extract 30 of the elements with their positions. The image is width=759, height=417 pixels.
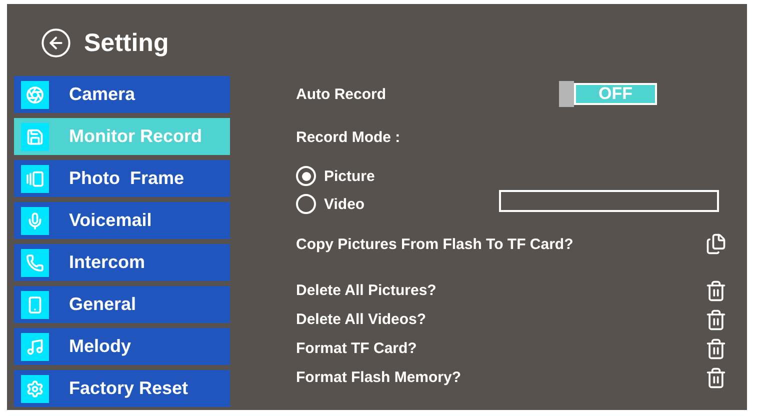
microphone-icon	[21, 206, 49, 234]
menu-item[interactable]: Factory Reset	[14, 370, 230, 407]
trash-icon[interactable]	[705, 338, 727, 360]
setting-label: Record Mode :	[296, 128, 400, 146]
phone-icon	[21, 248, 49, 276]
action-label: Format Flash Memory?	[296, 369, 462, 386]
menu-item[interactable]: Melody	[14, 328, 230, 365]
trash-icon[interactable]	[705, 366, 727, 388]
device-icon	[21, 290, 49, 318]
menu-item[interactable]: Photo Frame	[14, 160, 230, 197]
menu-item[interactable]: General	[14, 286, 230, 323]
action-label: Delete All Pictures?	[296, 282, 436, 299]
menu-item[interactable]: Camera	[14, 76, 230, 113]
radio-option[interactable]: Picture	[296, 162, 375, 190]
screen-title: Setting	[84, 28, 169, 58]
menu-item[interactable]: Intercom	[14, 244, 230, 281]
files-icon[interactable]	[705, 233, 727, 255]
music-note-icon	[21, 332, 49, 360]
action-label: Delete All Videos?	[296, 311, 426, 328]
back-icon[interactable]	[40, 27, 72, 59]
setting-label: Auto Record	[296, 86, 386, 102]
aperture-icon	[21, 80, 49, 108]
trash-icon[interactable]	[705, 308, 727, 330]
radio-option[interactable]: Video	[296, 190, 375, 218]
gallery-icon	[21, 164, 49, 192]
settings-icon	[21, 374, 49, 402]
trash-icon[interactable]	[705, 280, 727, 302]
menu-item[interactable]: Voicemail	[14, 202, 230, 239]
action-label: Format TF Card?	[296, 340, 417, 357]
action-label: Copy Pictures From Flash To TF Card?	[296, 236, 574, 252]
